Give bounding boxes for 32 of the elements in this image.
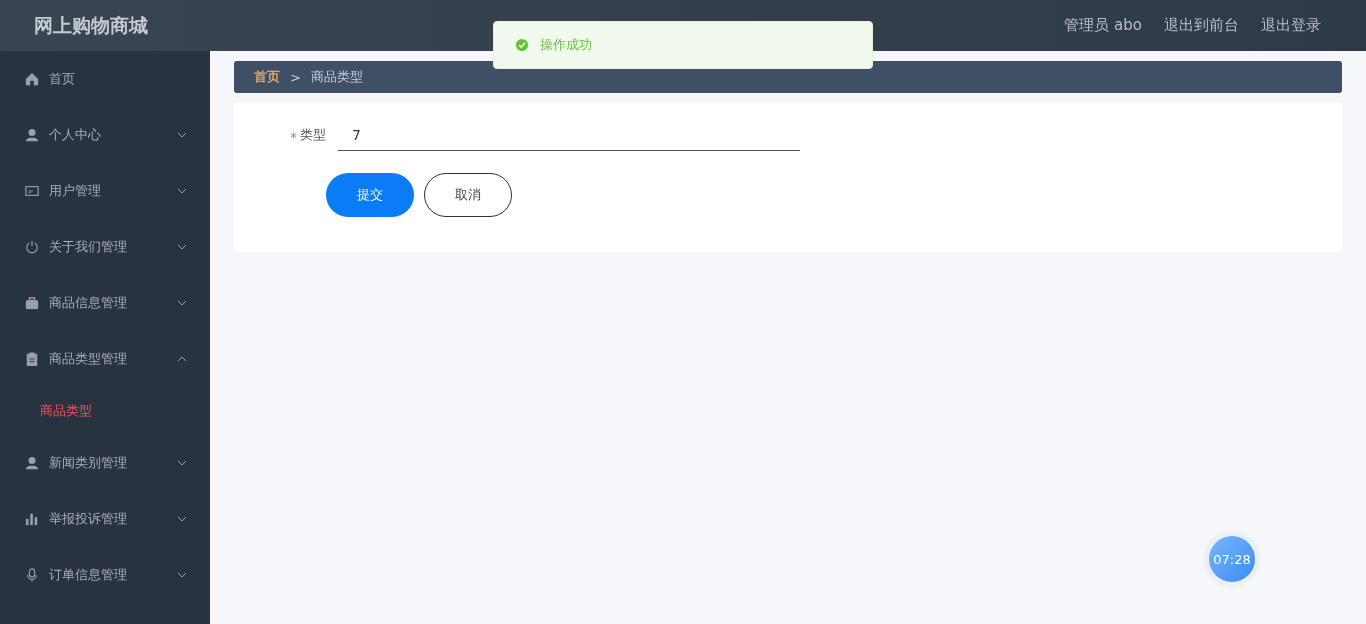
menu-item[interactable]: 商品类型管理 (0, 331, 210, 387)
menu-item[interactable]: 商品信息管理 (0, 275, 210, 331)
user-name: 管理员 abo (1064, 16, 1142, 35)
menu-item[interactable]: 新闻类别管理 (0, 435, 210, 491)
briefcase-icon (25, 296, 39, 310)
site-title: 网上购物商城 (34, 12, 148, 38)
id-card-icon (25, 184, 39, 198)
header-link[interactable]: 退出登录 (1261, 16, 1321, 35)
check-circle-icon (515, 38, 529, 52)
clock-badge: 07:28 (1207, 534, 1257, 584)
menu-item[interactable]: 个人中心 (0, 107, 210, 163)
home-icon (25, 72, 39, 86)
breadcrumb-item[interactable]: 首页 (254, 68, 280, 86)
person-icon (25, 456, 39, 470)
menu-item[interactable]: 用户管理 (0, 163, 210, 219)
clipboard-icon (25, 352, 39, 366)
person-icon (25, 128, 39, 142)
submenu-item[interactable]: 商品类型 (0, 387, 210, 435)
menu-item[interactable]: 订单信息管理 (0, 547, 210, 603)
submit-button[interactable]: 提交 (326, 173, 414, 217)
cancel-button[interactable]: 取消 (424, 173, 512, 217)
menu-item[interactable]: 关于我们管理 (0, 219, 210, 275)
menu-item[interactable]: 首页 (0, 51, 210, 107)
breadcrumb-item: 商品类型 (310, 68, 363, 86)
toast-text: 操作成功 (540, 36, 592, 54)
breadcrumb-separator: > (290, 69, 301, 85)
field-label: 类型 (300, 126, 326, 144)
power-icon (25, 240, 39, 254)
header-link[interactable]: 退出到前台 (1164, 16, 1239, 35)
microphone-icon (25, 568, 39, 582)
menu-item[interactable]: 举报投诉管理 (0, 491, 210, 547)
bar-chart-icon (25, 512, 39, 526)
